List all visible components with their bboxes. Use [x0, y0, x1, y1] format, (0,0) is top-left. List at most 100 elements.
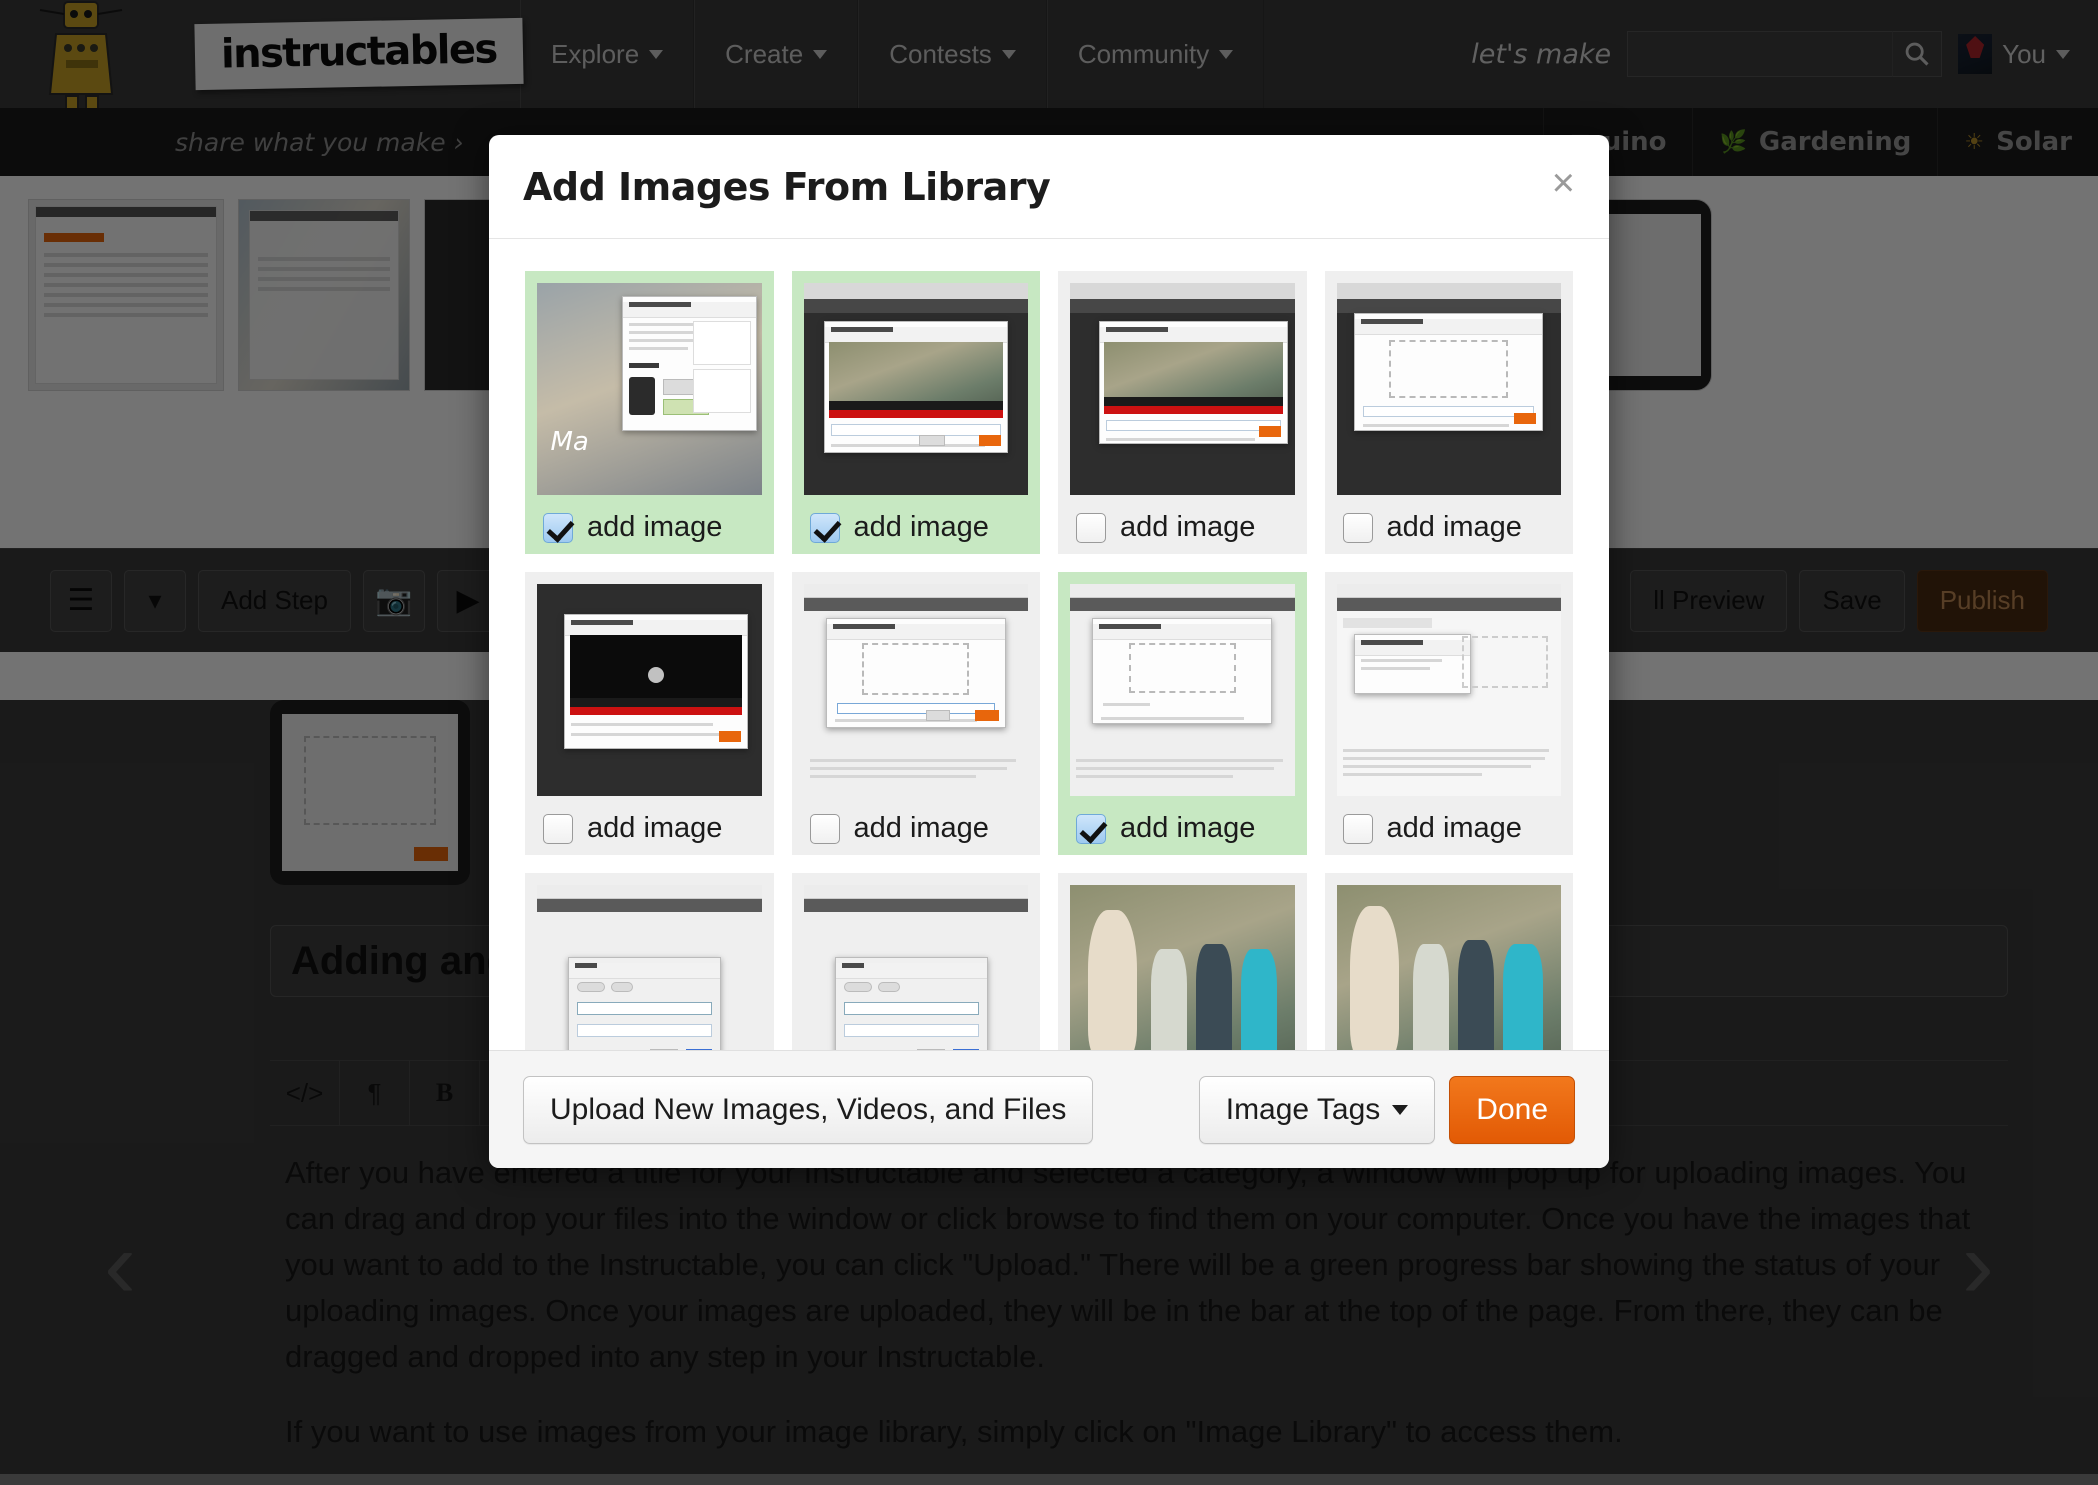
leaf-icon: 🌿	[1719, 130, 1746, 155]
user-menu-label: You	[2002, 39, 2046, 70]
image-cell[interactable]: add image	[1058, 271, 1307, 554]
image-thumbnail[interactable]	[1337, 584, 1562, 796]
chevron-down-icon: ▾	[148, 585, 161, 616]
image-cell[interactable]: add image	[792, 572, 1041, 855]
nav-item-create[interactable]: Create	[694, 0, 858, 108]
image-thumbnail[interactable]	[537, 584, 762, 796]
category-solar-label: Solar	[1996, 127, 2072, 157]
image-cell[interactable]: add image	[1058, 572, 1307, 855]
add-image-checkbox[interactable]	[810, 814, 840, 844]
image-library-grid: Ma add image	[525, 271, 1573, 1050]
navbar-right: let's make You	[1471, 0, 2098, 108]
step-title-value: Adding and	[291, 939, 511, 984]
modal-header: Add Images From Library ×	[489, 135, 1609, 239]
add-step-button[interactable]: Add Step	[198, 570, 351, 632]
add-image-row[interactable]: add image	[804, 511, 1029, 544]
chevron-down-icon	[1392, 1105, 1408, 1115]
paragraph-style-button[interactable]: ¶	[340, 1061, 410, 1125]
add-image-checkbox[interactable]	[543, 814, 573, 844]
add-image-row[interactable]: add image	[1070, 511, 1295, 544]
add-image-row[interactable]: add image	[537, 812, 762, 845]
add-image-row[interactable]: add image	[1070, 812, 1295, 845]
category-arduino-label: uino	[1603, 127, 1667, 157]
image-cell[interactable]: add image	[525, 873, 774, 1050]
nav-item-community[interactable]: Community	[1047, 0, 1264, 108]
image-cell[interactable]: add image	[1058, 873, 1307, 1050]
category-gardening-label: Gardening	[1759, 127, 1912, 157]
strip-thumbnail[interactable]	[238, 199, 410, 391]
image-thumbnail[interactable]	[804, 885, 1029, 1050]
add-image-checkbox[interactable]	[1076, 814, 1106, 844]
search-button[interactable]	[1892, 31, 1942, 77]
image-cell[interactable]: add image	[792, 271, 1041, 554]
nav-item-community-label: Community	[1078, 39, 1209, 70]
step-list-dropdown[interactable]: ▾	[124, 570, 186, 632]
image-thumbnail[interactable]	[537, 885, 762, 1050]
site-logo-text: instructables	[221, 26, 497, 77]
image-thumbnail[interactable]	[1070, 885, 1295, 1050]
image-cell[interactable]: add image	[792, 873, 1041, 1050]
chevron-down-icon	[1002, 50, 1016, 59]
avatar	[1958, 34, 1992, 74]
user-menu[interactable]: You	[1958, 34, 2070, 74]
image-cell[interactable]: add image	[525, 572, 774, 855]
add-image-checkbox[interactable]	[543, 513, 573, 543]
bold-button[interactable]: B	[410, 1061, 480, 1125]
close-icon[interactable]: ×	[1552, 163, 1575, 203]
save-button[interactable]: Save	[1799, 570, 1904, 632]
image-thumbnail[interactable]	[804, 283, 1029, 495]
image-thumbnail[interactable]	[1337, 885, 1562, 1050]
step-list-button[interactable]: ☰	[50, 570, 112, 632]
chevron-down-icon	[649, 50, 663, 59]
image-cell[interactable]: add image	[1325, 572, 1574, 855]
add-image-checkbox[interactable]	[1343, 513, 1373, 543]
done-button[interactable]: Done	[1449, 1076, 1575, 1144]
category-gardening[interactable]: 🌿 Gardening	[1692, 108, 1937, 176]
image-thumbnail[interactable]	[1070, 283, 1295, 495]
add-image-checkbox[interactable]	[810, 513, 840, 543]
add-image-checkbox[interactable]	[1343, 814, 1373, 844]
list-icon: ☰	[68, 583, 95, 618]
search-box[interactable]	[1627, 31, 1942, 77]
image-thumbnail[interactable]	[1070, 584, 1295, 796]
image-cell[interactable]: Ma add image	[525, 271, 774, 554]
add-image-row[interactable]: add image	[537, 511, 762, 544]
publish-button[interactable]: Publish	[1917, 570, 2048, 632]
video-icon: ▶	[456, 583, 479, 618]
paragraph-icon: ¶	[368, 1078, 382, 1109]
top-navbar: instructables Explore Create Contests Co…	[0, 0, 2098, 108]
add-image-row[interactable]: add image	[1337, 812, 1562, 845]
next-step-arrow[interactable]: ›	[1948, 1220, 2008, 1310]
add-image-row[interactable]: add image	[1337, 511, 1562, 544]
add-image-row[interactable]: add image	[804, 812, 1029, 845]
search-input[interactable]	[1627, 31, 1892, 77]
image-cell[interactable]: add image	[1325, 873, 1574, 1050]
image-thumbnail[interactable]	[804, 584, 1029, 796]
upload-new-media-button[interactable]: Upload New Images, Videos, and Files	[523, 1076, 1093, 1144]
add-image-label: add image	[1387, 812, 1522, 845]
nav-item-explore[interactable]: Explore	[520, 0, 694, 108]
full-preview-button[interactable]: ll Preview	[1630, 570, 1787, 632]
code-view-button[interactable]: </>	[270, 1061, 340, 1125]
nav-item-contests[interactable]: Contests	[858, 0, 1047, 108]
image-cell[interactable]: add image	[1325, 271, 1574, 554]
publish-label: Publish	[1940, 585, 2025, 616]
chevron-down-icon	[1219, 50, 1233, 59]
category-solar[interactable]: ☀ Solar	[1937, 108, 2098, 176]
strip-thumbnail[interactable]	[28, 199, 224, 391]
search-icon	[1903, 40, 1931, 68]
add-photo-button[interactable]: 📷	[363, 570, 425, 632]
image-thumbnail[interactable]	[1337, 283, 1562, 495]
brand-area[interactable]: instructables	[0, 0, 520, 108]
image-tags-dropdown[interactable]: Image Tags	[1199, 1076, 1436, 1144]
image-thumbnail[interactable]: Ma	[537, 283, 762, 495]
site-logo[interactable]: instructables	[194, 18, 523, 90]
code-icon: </>	[286, 1078, 324, 1109]
lets-make-tagline: let's make	[1471, 39, 1611, 70]
step-body-text[interactable]: After you have entered a title for your …	[285, 1150, 2003, 1485]
previous-step-arrow[interactable]: ‹	[90, 1220, 150, 1310]
done-label: Done	[1476, 1093, 1548, 1127]
image-library-grid-container[interactable]: Ma add image	[489, 239, 1609, 1050]
step-image-placeholder[interactable]	[270, 700, 470, 885]
add-image-checkbox[interactable]	[1076, 513, 1106, 543]
